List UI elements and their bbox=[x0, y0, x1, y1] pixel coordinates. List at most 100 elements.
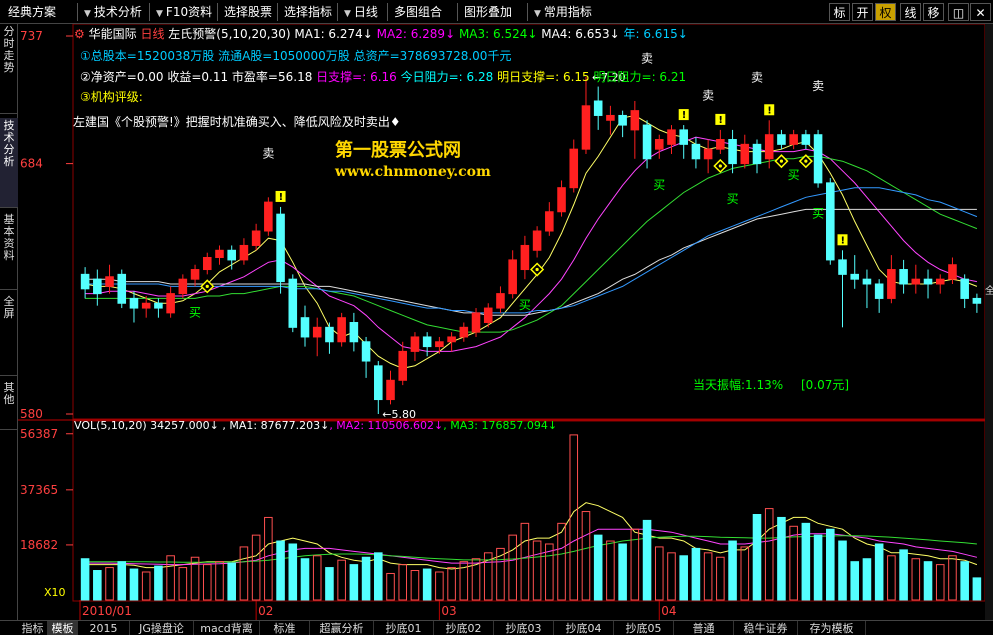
left-tab-3[interactable]: 全屏 bbox=[0, 294, 18, 376]
dropdown-arrow-icon: ▼ bbox=[344, 9, 351, 19]
toolbar-button-2[interactable]: 权 bbox=[875, 3, 896, 21]
bottom-tab-8[interactable]: 抄底02 bbox=[434, 621, 494, 635]
candle bbox=[471, 308, 481, 337]
info-line-2: ②净资产=0.00 收益=0.11 市盈率=56.18 日支撑=: 6.16 今… bbox=[80, 68, 686, 85]
vol-ma-value-2: , MA3: 176857.094↓ bbox=[443, 419, 558, 432]
toolbar-button-0[interactable]: 标 bbox=[829, 3, 850, 21]
toolbar-button-4[interactable]: 移 bbox=[923, 3, 944, 21]
info-line-1: ①总股本=1520038万股 流通A股=1050000万股 总资产=378693… bbox=[80, 49, 512, 63]
settings-icon[interactable]: ⚙ bbox=[74, 27, 85, 41]
volume-bar bbox=[862, 558, 872, 601]
warning-mark: ! bbox=[682, 110, 687, 121]
info2-part-4: 明日阻力=: 6.21 bbox=[589, 70, 687, 84]
menu-label: 日线 bbox=[353, 5, 378, 19]
bottom-tab-10[interactable]: 抄底04 bbox=[554, 621, 614, 635]
sell-signal: 卖 bbox=[812, 79, 824, 93]
volume-bar bbox=[361, 556, 371, 601]
chart-header: ⚙ 华能国际 日线 左氏预警(5,10,20,30) MA1: 6.274↓ M… bbox=[74, 25, 688, 42]
menu-label: 图形叠加 bbox=[464, 5, 513, 19]
bottom-tab-13[interactable]: 稳牛证券 bbox=[734, 621, 798, 635]
toolbar-button-1[interactable]: 开 bbox=[852, 3, 873, 21]
candle bbox=[117, 269, 127, 309]
info-line-3: ③机构评级: bbox=[80, 90, 143, 104]
buy-signal: 买 bbox=[519, 298, 531, 312]
right-tab-full[interactable]: 全 bbox=[985, 286, 993, 297]
toolbar-button-6[interactable]: ✕ bbox=[970, 3, 991, 21]
volume-ma-values: , MA1: 87677.203↓, MA2: 110506.602↓, MA3… bbox=[222, 419, 557, 432]
menu-2[interactable]: ▼ F10资料 bbox=[152, 3, 216, 21]
info2-part-1: 日支撑=: 6.16 bbox=[312, 70, 397, 84]
volume-bar bbox=[960, 561, 969, 601]
left-tab-0[interactable]: 分时走势 bbox=[0, 24, 18, 114]
bottom-tab-14[interactable]: 存为模板 bbox=[798, 621, 866, 635]
ma-value-3: MA4: 6.653↓ bbox=[537, 27, 620, 41]
menu-3[interactable]: 选择股票 bbox=[220, 3, 276, 21]
menu-8[interactable]: ▼ 常用指标 bbox=[530, 3, 596, 21]
bottom-tab-6[interactable]: 超赢分析 bbox=[310, 621, 374, 635]
volume-bar bbox=[679, 555, 688, 601]
volume-tick-2: 18682 bbox=[20, 538, 58, 552]
promo-text: 左建国《个股预警!》把握时机准确买入、降低风险及时卖出♦ bbox=[73, 115, 401, 129]
buy-signal: 买 bbox=[189, 305, 201, 319]
bottom-tab-4[interactable]: macd背离 bbox=[194, 621, 260, 635]
menu-label: 多图组合 bbox=[394, 5, 443, 19]
toolbar-button-5[interactable]: ◫ bbox=[948, 3, 969, 21]
volume-bar bbox=[801, 522, 811, 601]
price-tick-1: 684 bbox=[20, 157, 43, 171]
sell-signal: 卖 bbox=[262, 146, 274, 160]
volume-bar bbox=[80, 558, 90, 601]
left-tab-1[interactable]: 技术分析 bbox=[0, 118, 18, 208]
volume-bar bbox=[899, 549, 908, 601]
volume-bar bbox=[93, 570, 102, 601]
volume-tick-0: 56387 bbox=[20, 427, 58, 441]
bottom-tab-1[interactable]: 模板 bbox=[48, 621, 78, 635]
left-tab-4[interactable]: 其他 bbox=[0, 380, 18, 430]
amplitude-label: 当天振幅:1.13% [0.07元] bbox=[693, 376, 849, 393]
candle bbox=[813, 129, 823, 188]
left-tab-2[interactable]: 基本资料 bbox=[0, 212, 18, 290]
menu-4[interactable]: 选择指标 bbox=[280, 3, 336, 21]
vol-ma-value-1: , MA2: 110506.602↓ bbox=[329, 419, 444, 432]
date-tick-2: 03 bbox=[441, 604, 456, 618]
bottom-tab-9[interactable]: 抄底03 bbox=[494, 621, 554, 635]
volume-bar bbox=[593, 534, 603, 601]
amplitude-value: [0.07元] bbox=[801, 378, 850, 392]
volume-bar bbox=[972, 577, 982, 601]
volume-bar bbox=[642, 519, 652, 601]
ma-value-0: MA1: 6.274↓ bbox=[294, 27, 373, 41]
bottom-tab-3[interactable]: JG操盘论 bbox=[130, 621, 194, 635]
bottom-tab-11[interactable]: 抄底05 bbox=[614, 621, 674, 635]
sell-signal: 卖 bbox=[641, 51, 653, 65]
bottom-tab-0[interactable]: 指标 bbox=[18, 621, 48, 635]
warning-mark: ! bbox=[841, 235, 846, 246]
menu-1[interactable]: ▼ 技术分析 bbox=[80, 3, 146, 21]
menu-5[interactable]: ▼ 日线 bbox=[340, 3, 382, 21]
toolbar-button-3[interactable]: 线 bbox=[900, 3, 921, 21]
volume-bar bbox=[850, 561, 860, 601]
ma-value-1: MA2: 6.289↓ bbox=[372, 27, 456, 41]
volume-bar bbox=[813, 534, 823, 601]
volume-bar bbox=[422, 568, 432, 601]
menu-0[interactable]: 经典方案 bbox=[4, 3, 60, 21]
menu-7[interactable]: 图形叠加 bbox=[460, 3, 516, 21]
volume-bar bbox=[227, 562, 236, 601]
buy-signal: 买 bbox=[727, 192, 739, 206]
volume-bar bbox=[874, 543, 884, 601]
candle bbox=[337, 312, 346, 347]
info2-part-0: ②净资产=0.00 收益=0.11 市盈率=56.18 bbox=[80, 70, 313, 84]
volume-bar bbox=[325, 567, 334, 601]
volume-title: VOL(5,10,20) 34257.000↓ bbox=[74, 419, 219, 432]
menu-label: 技术分析 bbox=[93, 5, 142, 19]
bottom-tab-12[interactable]: 普通 bbox=[674, 621, 734, 635]
warning-mark: ! bbox=[718, 115, 723, 126]
bottom-tab-5[interactable]: 标准 bbox=[260, 621, 310, 635]
menu-separator bbox=[337, 3, 338, 21]
volume-bar bbox=[117, 561, 127, 601]
bottom-tab-2[interactable]: 2015 bbox=[78, 621, 130, 635]
menu-separator bbox=[217, 3, 218, 21]
menu-separator bbox=[77, 3, 78, 21]
stock-name: 华能国际 bbox=[88, 27, 137, 41]
menu-label: F10资料 bbox=[165, 5, 213, 19]
bottom-tab-7[interactable]: 抄底01 bbox=[374, 621, 434, 635]
menu-6[interactable]: 多图组合 bbox=[390, 3, 446, 21]
